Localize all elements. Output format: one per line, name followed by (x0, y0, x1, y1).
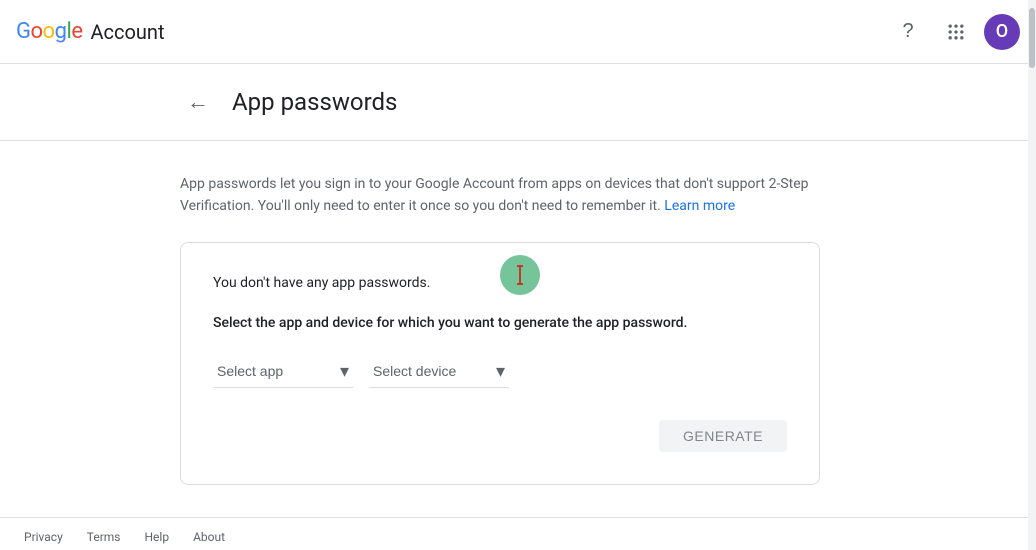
google-logo: Google (16, 19, 82, 44)
header: Google Account ? O (0, 0, 1036, 64)
avatar[interactable]: O (984, 14, 1020, 50)
logo-area: Google Account (16, 19, 888, 44)
page-header: ← App passwords (0, 64, 1036, 141)
header-actions: ? O (888, 12, 1020, 52)
back-button[interactable]: ← (180, 84, 216, 120)
generate-instruction: Select the app and device for which you … (213, 315, 787, 331)
select-app-wrapper: Select app ▾ (213, 355, 353, 388)
learn-more-link[interactable]: Learn more (664, 198, 735, 214)
select-device-wrapper: Select device ▾ (369, 355, 509, 388)
help-button[interactable]: ? (888, 12, 928, 52)
account-label: Account (90, 20, 164, 44)
logo-o-yellow: o (43, 19, 55, 44)
footer-terms-link[interactable]: Terms (87, 530, 121, 544)
logo-g-blue2: g (55, 19, 67, 44)
no-passwords-text: You don't have any app passwords. (213, 275, 787, 291)
select-device-dropdown[interactable]: Select device (369, 355, 509, 388)
footer-about-link[interactable]: About (193, 530, 225, 544)
dropdowns-row: Select app ▾ Select device ▾ (213, 355, 787, 388)
logo-o-red: o (31, 19, 43, 44)
select-app-dropdown[interactable]: Select app (213, 355, 353, 388)
logo-e-red: e (71, 19, 82, 44)
help-icon: ? (902, 20, 913, 43)
footer: Privacy Terms Help About (0, 517, 1036, 550)
logo-g-blue: G (16, 19, 31, 44)
apps-grid-icon (946, 22, 966, 42)
page-title: App passwords (232, 88, 397, 116)
scroll-thumb[interactable] (1029, 8, 1035, 68)
footer-privacy-link[interactable]: Privacy (24, 530, 63, 544)
description-text: App passwords let you sign in to your Go… (180, 173, 856, 218)
app-passwords-card: You don't have any app passwords. Select… (180, 242, 820, 485)
generate-button[interactable]: GENERATE (659, 420, 787, 452)
generate-row: GENERATE (213, 420, 787, 452)
content-area: App passwords let you sign in to your Go… (0, 141, 1036, 517)
footer-help-link[interactable]: Help (145, 530, 170, 544)
scrollbar[interactable] (1028, 0, 1036, 550)
apps-button[interactable] (936, 12, 976, 52)
